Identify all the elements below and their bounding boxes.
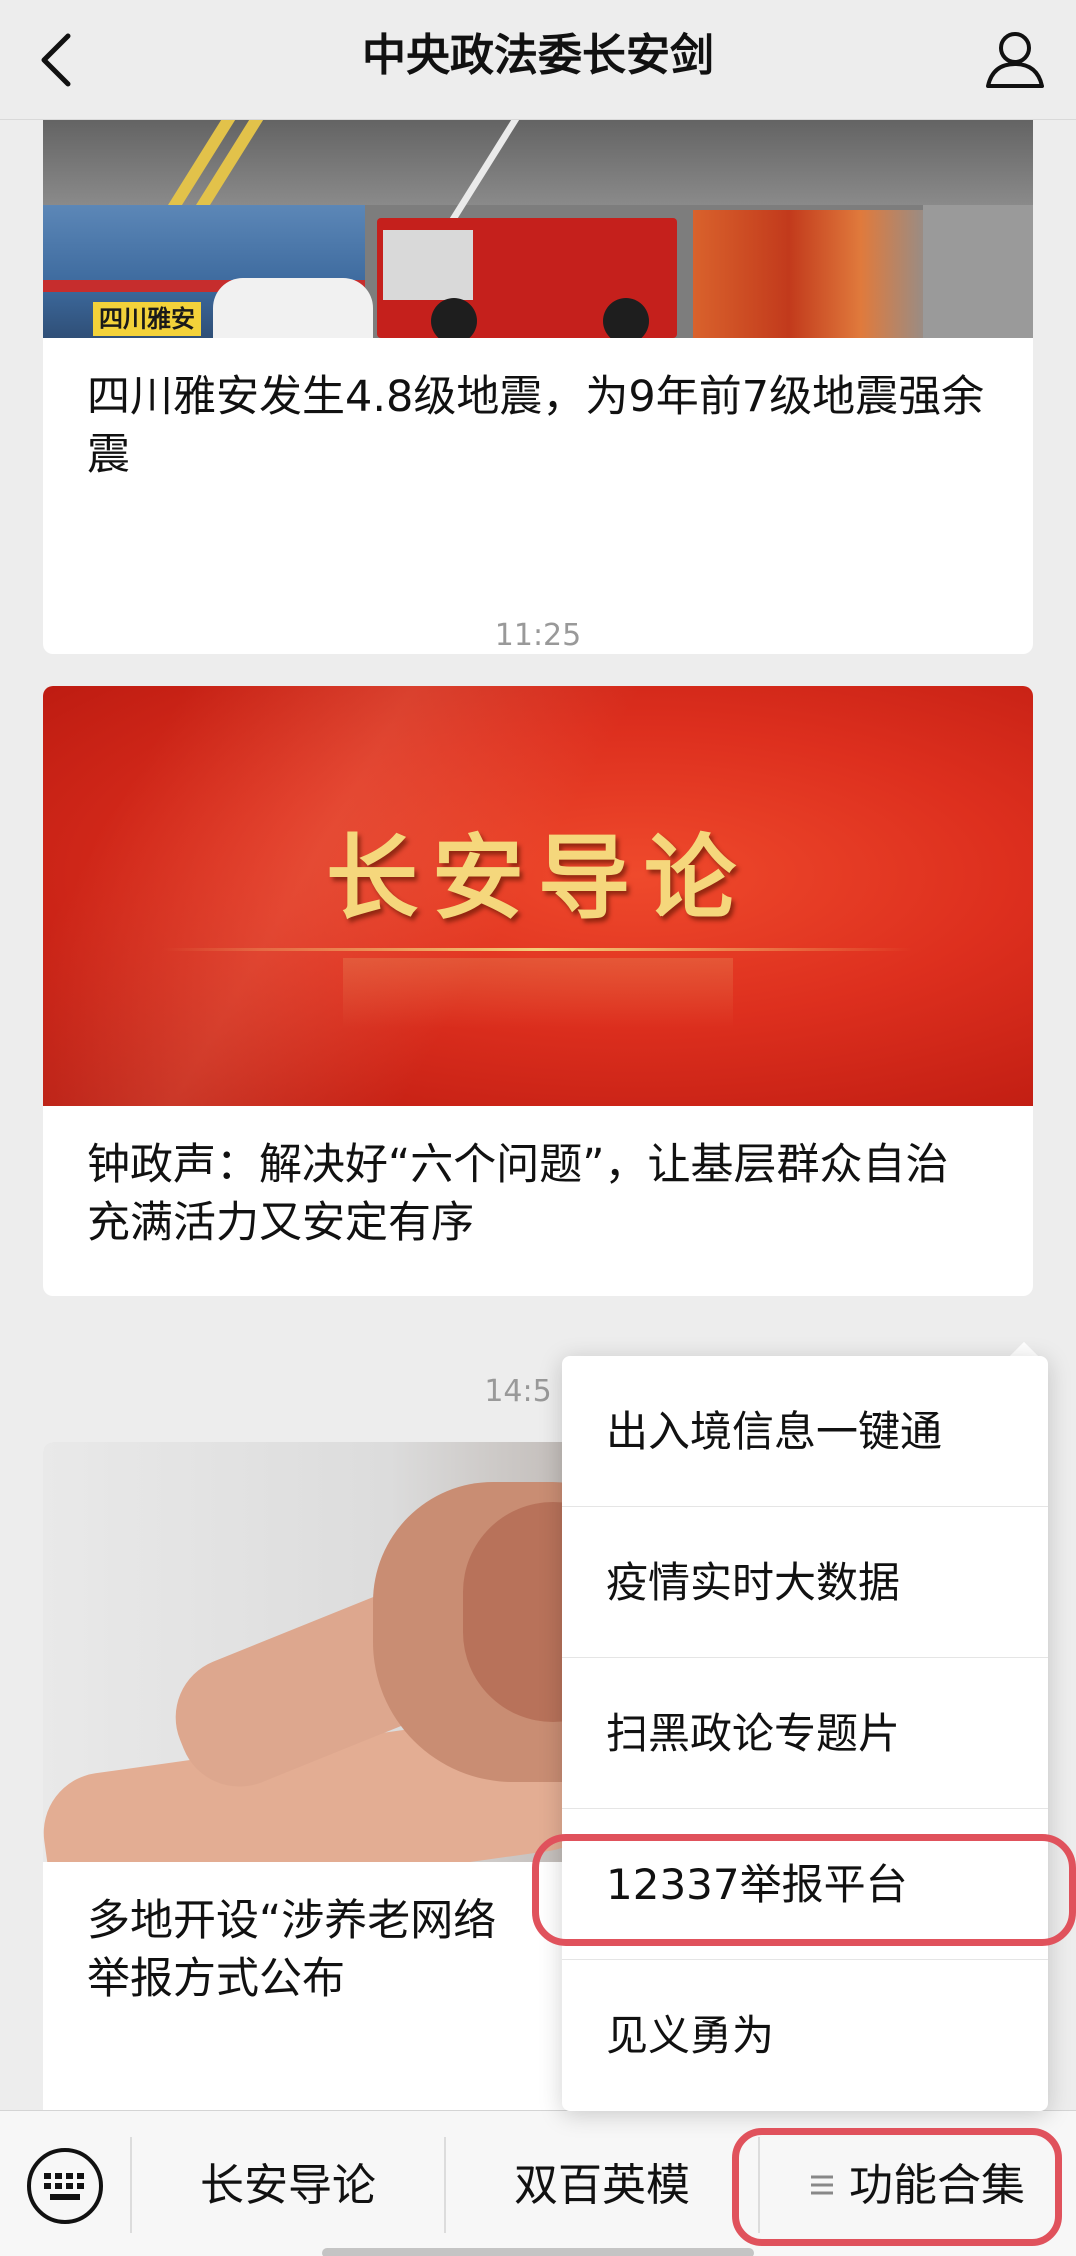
menu-item-epidemic-data[interactable]: 疫情实时大数据: [562, 1507, 1048, 1658]
bottom-menu-bar: 长安导论 双百英模 功能合集: [0, 2110, 1076, 2256]
article-title: 四川雅安发生4.8级地震，为9年前7级地震强余震: [87, 372, 985, 480]
article-title: 钟政声：解决好“六个问题”，让基层群众自治充满活力又安定有序: [87, 1140, 949, 1248]
function-popup-menu: 出入境信息一键通 疫情实时大数据 扫黑政论专题片 12337举报平台 见义勇为: [562, 1356, 1048, 2111]
chevron-left-icon: [41, 33, 71, 87]
article-banner-image: 长安导论: [43, 686, 1033, 1106]
tab-function-collection[interactable]: 功能合集: [760, 2111, 1076, 2256]
top-nav-bar: 中央政法委长安剑: [0, 0, 1076, 120]
image-location-tag: 四川雅安: [93, 302, 201, 336]
article-card[interactable]: 长安导论 钟政声：解决好“六个问题”，让基层群众自治充满活力又安定有序: [43, 686, 1033, 1296]
tab-shuangbai-yingmo[interactable]: 双百英模: [446, 2111, 758, 2256]
back-button[interactable]: [28, 22, 92, 98]
menu-item-12337-report[interactable]: 12337举报平台: [562, 1809, 1048, 1960]
page-title: 中央政法委长安剑: [362, 30, 714, 81]
menu-item-anti-gang-film[interactable]: 扫黑政论专题片: [562, 1658, 1048, 1809]
article-image: 四川雅安: [43, 120, 1033, 338]
keyboard-icon: [27, 2148, 103, 2224]
person-icon: [986, 32, 1044, 88]
home-indicator: [322, 2248, 754, 2256]
profile-button[interactable]: [980, 22, 1050, 98]
keyboard-toggle-button[interactable]: [24, 2145, 106, 2227]
tab-function-collection-label: 功能合集: [849, 2160, 1025, 2211]
timestamp: 11:25: [494, 618, 582, 653]
banner-title: 长安导论: [325, 824, 750, 932]
list-icon: [811, 2175, 833, 2195]
tab-changan-daolun[interactable]: 长安导论: [132, 2111, 444, 2256]
article-card[interactable]: 四川雅安 四川雅安发生4.8级地震，为9年前7级地震强余震: [43, 120, 1033, 654]
menu-item-exit-entry-info[interactable]: 出入境信息一键通: [562, 1356, 1048, 1507]
menu-item-bravery[interactable]: 见义勇为: [562, 1960, 1048, 2111]
